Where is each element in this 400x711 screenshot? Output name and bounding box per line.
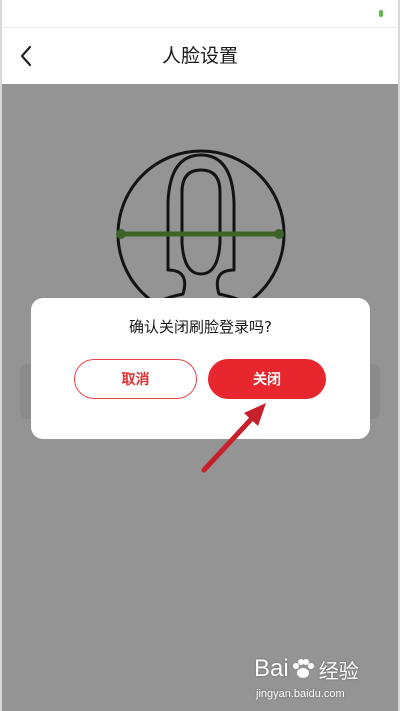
paw-icon <box>292 659 314 678</box>
baidu-jingyan-watermark: Bai 经验 jingyan.baidu.com <box>254 652 374 704</box>
close-face-login-button[interactable]: 关闭 <box>208 359 326 399</box>
confirm-dialog: 确认关闭刷脸登录吗? 取消 关闭 <box>31 298 370 439</box>
battery-indicator-icon <box>379 10 383 17</box>
dialog-message: 确认关闭刷脸登录吗? <box>129 318 272 336</box>
page-title: 人脸设置 <box>161 45 238 67</box>
watermark-url: jingyan.baidu.com <box>256 688 345 700</box>
nav-bar: 人脸设置 <box>0 28 400 84</box>
watermark-logo: Bai 经验 <box>254 655 359 683</box>
cancel-button[interactable]: 取消 <box>74 359 197 399</box>
status-bar <box>0 0 400 28</box>
